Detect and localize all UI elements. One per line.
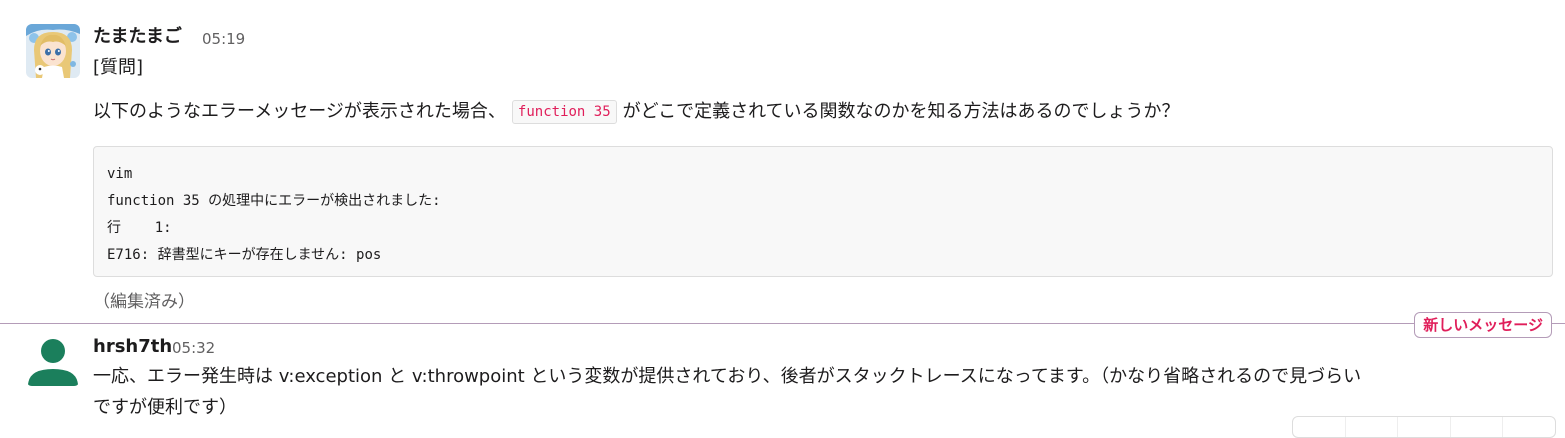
code-line: E716: 辞書型にキーが存在しません: pos [107,247,382,263]
message-author[interactable]: たまたまご [93,25,182,49]
default-user-avatar-icon [26,332,80,386]
edited-label: （編集済み） [93,292,195,312]
toolbar-button[interactable] [1451,417,1504,437]
toolbar-button[interactable] [1346,417,1399,437]
message-text-line: [質問] [93,57,144,78]
question-text-before: 以下のようなエラーメッセージが表示された場合、 [93,101,506,122]
toolbar-button[interactable] [1293,417,1346,437]
code-block: vim function 35 の処理中にエラーが検出されました: 行 1: E… [93,146,1553,277]
code-line: function 35 の処理中にエラーが検出されました: [107,193,441,209]
message-text-line: 一応、エラー発生時は v:exception と v:throwpoint とい… [93,366,1362,387]
question-text-after: がどこで定義されている関数なのかを知る方法はあるのでしょうか？ [622,101,1180,122]
user-avatar-tamatamago[interactable] [26,24,80,78]
message-timestamp[interactable]: 05:32 [172,336,215,360]
question-text: 以下のようなエラーメッセージが表示された場合、 function 35 がどこで定義… [93,97,1180,127]
toolbar-button[interactable] [1398,417,1451,437]
message-timestamp[interactable]: 05:19 [202,27,245,51]
user-avatar-hrsh7th[interactable] [26,332,80,386]
message-actions-toolbar[interactable] [1292,416,1556,438]
message-text-line: ですが便利です） [93,397,237,418]
anime-character-avatar-icon [26,24,80,78]
message-hrsh7th: hrsh7th 05:32 一応、エラー発生時は v:exception と v… [0,325,1565,427]
code-line: vim [107,166,133,182]
code-line: 行 1: [107,220,172,236]
inline-code: function 35 [511,100,617,124]
message-tamatamago: たまたまご 05:19 [質問] 以下のようなエラーメッセージが表示された場合、… [0,0,1565,320]
message-author[interactable]: hrsh7th [93,335,172,359]
new-messages-divider [0,323,1565,324]
toolbar-button[interactable] [1503,417,1555,437]
